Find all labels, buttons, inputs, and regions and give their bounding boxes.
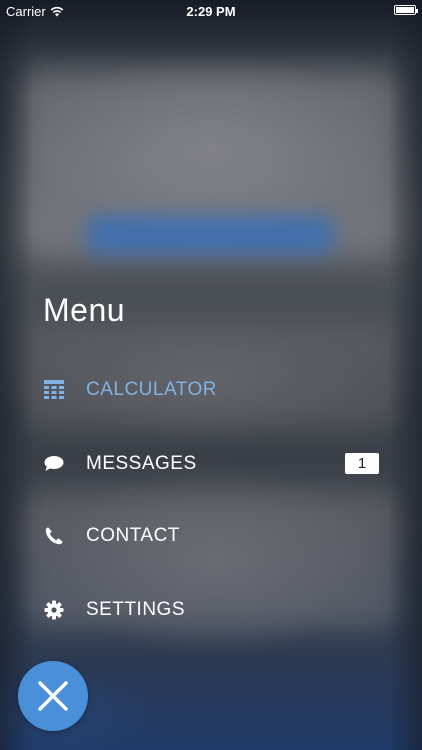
status-bar: Carrier 2:29 PM bbox=[0, 0, 422, 24]
menu-title: Menu bbox=[43, 292, 126, 328]
close-menu-button[interactable] bbox=[18, 661, 88, 731]
unread-count-badge: 1 bbox=[345, 453, 379, 474]
chat-bubble-icon bbox=[44, 454, 64, 474]
menu-item-label: CONTACT bbox=[86, 525, 180, 546]
menu-item-label: SETTINGS bbox=[86, 599, 186, 620]
battery-level bbox=[396, 7, 414, 13]
menu-item-label: CALCULATOR bbox=[86, 379, 217, 400]
status-time: 2:29 PM bbox=[186, 4, 236, 19]
phone-icon bbox=[44, 526, 64, 546]
close-icon bbox=[38, 681, 68, 711]
calculator-icon bbox=[44, 380, 64, 400]
menu-item-label: MESSAGES bbox=[86, 453, 197, 474]
menu-item-calculator[interactable]: CALCULATOR bbox=[0, 370, 422, 410]
battery-icon bbox=[394, 5, 418, 15]
menu-item-contact[interactable]: CONTACT bbox=[0, 516, 422, 556]
menu-item-messages[interactable]: MESSAGES 1 bbox=[0, 444, 422, 484]
menu-item-settings[interactable]: SETTINGS bbox=[0, 590, 422, 630]
gear-icon bbox=[44, 600, 64, 620]
